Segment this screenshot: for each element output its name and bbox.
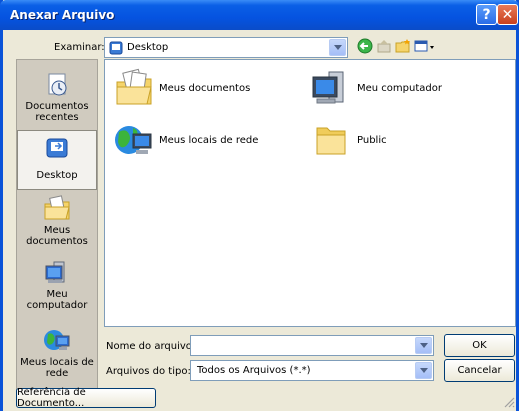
computer-icon [312, 71, 344, 104]
back-icon[interactable] [357, 38, 373, 54]
place-recent-documents[interactable]: Documentos recentes [17, 72, 97, 123]
look-in-combo[interactable]: Desktop [104, 37, 348, 58]
place-label: Meu computador [26, 289, 88, 311]
filetype-value: Todos os Arquivos (*.*) [197, 365, 311, 376]
close-button[interactable]: ✕ [497, 4, 518, 25]
documents-folder-icon [116, 68, 152, 105]
place-label: recentes [35, 112, 79, 123]
places-bar: Documentos recentes Desktop Meus documen… [16, 59, 98, 403]
filename-dropdown-button[interactable] [415, 337, 432, 354]
file-list-view[interactable]: Meus documentos Meu computador Meus loca… [104, 59, 516, 327]
document-reference-button[interactable]: Referência de Documento... [16, 387, 156, 409]
list-item[interactable]: Meus documentos [113, 68, 250, 108]
view-menu-icon[interactable] [414, 38, 436, 54]
list-item[interactable]: Meus locais de rede [113, 120, 258, 160]
network-icon [115, 126, 152, 154]
filename-label: Nome do arquivo: [106, 341, 196, 352]
list-item[interactable]: Meu computador [309, 68, 442, 108]
item-label: Meus locais de rede [159, 134, 259, 146]
look-in-label: Examinar: [54, 42, 105, 53]
place-label: Desktop [36, 170, 78, 181]
folder-icon [316, 127, 346, 155]
my-computer-icon [45, 261, 65, 283]
resize-grip-icon[interactable] [503, 396, 515, 408]
filetype-label: Arquivos do tipo: [106, 366, 191, 377]
my-documents-icon [44, 195, 70, 220]
place-label: Meus locais de [20, 357, 94, 368]
chevron-down-icon [333, 44, 342, 50]
place-label: documentos [26, 236, 88, 247]
title-bar[interactable]: Anexar Arquivo ? ✕ [0, 0, 519, 30]
new-folder-icon[interactable] [395, 38, 411, 54]
item-label: Meu computador [357, 82, 442, 94]
list-item[interactable]: Public [309, 120, 387, 160]
up-folder-icon[interactable] [376, 38, 392, 54]
place-desktop[interactable]: Desktop [17, 130, 97, 190]
ok-button[interactable]: OK [444, 334, 515, 357]
help-button[interactable]: ? [476, 4, 497, 25]
network-places-icon [44, 330, 70, 350]
chevron-down-icon [419, 367, 428, 373]
place-network-places[interactable]: Meus locais de rede [17, 326, 97, 379]
filetype-combo[interactable]: Todos os Arquivos (*.*) [190, 360, 434, 381]
place-label: rede [45, 368, 69, 379]
place-label: Meus [43, 225, 71, 236]
place-my-computer[interactable]: Meu computador [17, 260, 97, 311]
desktop-icon [109, 41, 123, 55]
recent-documents-icon [48, 73, 67, 96]
place-my-documents[interactable]: Meus documentos [17, 194, 97, 247]
chevron-down-icon [419, 342, 428, 348]
cancel-button[interactable]: Cancelar [444, 359, 515, 382]
look-in-value: Desktop [127, 42, 169, 53]
item-label: Public [357, 134, 387, 146]
desktop-icon [46, 138, 68, 158]
filetype-dropdown-button[interactable] [415, 362, 432, 379]
place-label: Documentos [25, 101, 89, 112]
filename-field[interactable] [190, 335, 434, 356]
look-in-dropdown-button[interactable] [329, 39, 346, 56]
item-label: Meus documentos [159, 82, 251, 94]
window-title: Anexar Arquivo [10, 8, 115, 22]
